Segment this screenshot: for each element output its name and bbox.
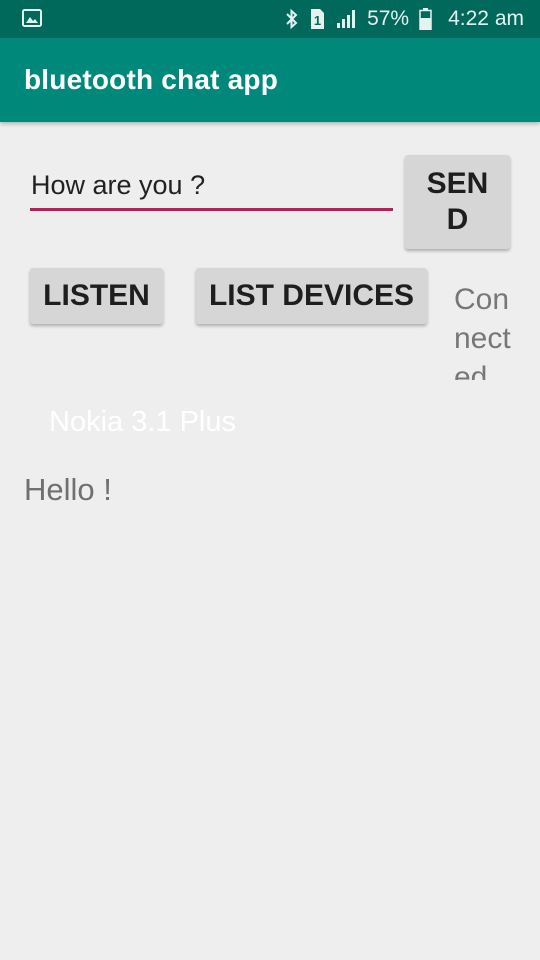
battery-percent: 57% [367,7,410,30]
connection-status: Connected [454,283,511,380]
image-icon [22,9,42,27]
received-message: Hello ! [24,472,112,507]
input-underline [30,208,393,211]
send-button[interactable]: SEND [405,155,510,249]
listen-button[interactable]: LISTEN [30,268,163,324]
message-input[interactable] [30,162,394,208]
bluetooth-icon [285,8,299,30]
status-bar: 1 57% 4:22 am [0,0,540,38]
clock: 4:22 am [448,7,524,30]
app-bar: bluetooth chat app [0,38,540,122]
status-icons: 1 57% 4:22 am [285,0,524,38]
list-devices-button[interactable]: LIST DEVICES [196,268,427,324]
signal-icon [335,9,357,29]
app-title: bluetooth chat app [24,64,279,95]
device-list-item[interactable]: Nokia 3.1 Plus [49,406,236,439]
sim-slot-label: 1 [314,13,321,28]
message-input-container [30,162,394,212]
sim-icon: 1 [309,8,325,30]
battery-icon [419,8,432,30]
